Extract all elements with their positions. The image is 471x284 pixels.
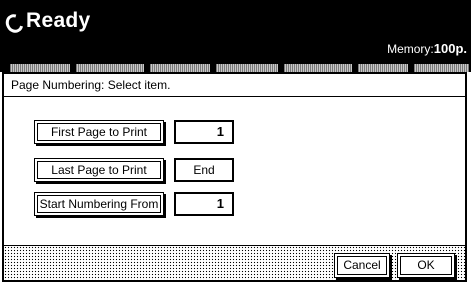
status-header: Ready Memory:100p. [0, 0, 471, 62]
tab-hidden-5[interactable] [284, 64, 352, 72]
ok-button[interactable]: OK [397, 253, 455, 278]
page-numbering-dialog: Page Numbering: Select item. First Page … [2, 72, 467, 282]
last-page-to-print-button[interactable]: Last Page to Print [34, 158, 164, 182]
last-page-value: End [174, 158, 234, 182]
start-numbering-value: 1 [174, 192, 234, 216]
cancel-button[interactable]: Cancel [334, 253, 390, 278]
dialog-header: Page Numbering: Select item. [4, 74, 465, 97]
tab-hidden-1[interactable] [10, 64, 70, 72]
first-page-to-print-button[interactable]: First Page to Print [34, 120, 164, 144]
tab-hidden-2[interactable] [76, 64, 144, 72]
memory-value: 100p. [433, 41, 467, 56]
tab-hidden-3[interactable] [150, 64, 210, 72]
ready-circle-icon [2, 11, 27, 36]
dialog-footer: Cancel OK [4, 245, 465, 280]
tab-hidden-6[interactable] [358, 64, 408, 72]
status-text: Ready [26, 9, 91, 32]
first-page-value: 1 [174, 120, 234, 144]
memory-indicator: Memory:100p. [387, 41, 467, 56]
tab-hidden-4[interactable] [216, 64, 278, 72]
tab-hidden-7[interactable] [414, 64, 469, 72]
dialog-title: Page Numbering: Select item. [11, 78, 171, 92]
tab-strip [0, 62, 471, 72]
start-numbering-from-button[interactable]: Start Numbering From [34, 192, 164, 216]
memory-label: Memory: [387, 42, 434, 56]
copier-screen: Ready Memory:100p. Page Numbering: Selec… [0, 0, 471, 284]
